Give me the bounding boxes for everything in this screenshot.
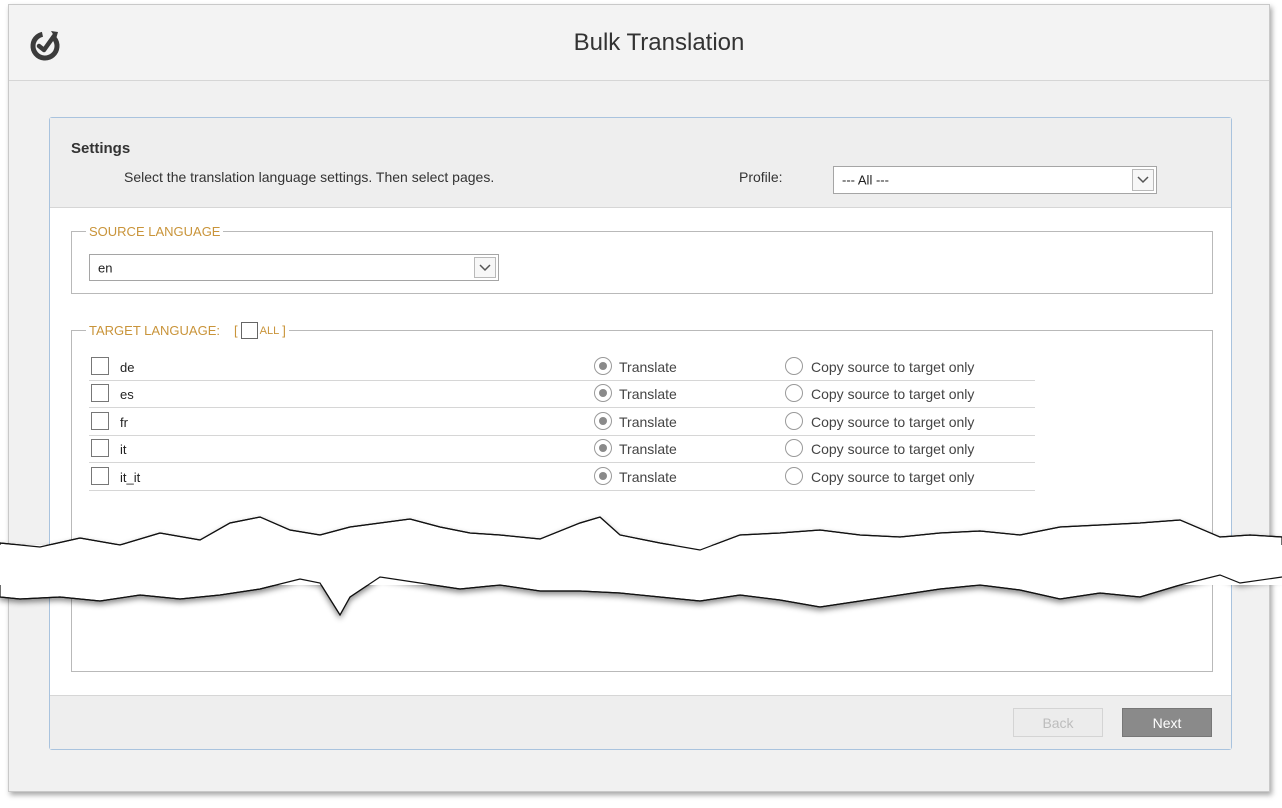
- language-checkbox[interactable]: [91, 411, 109, 430]
- language-code: it_it: [120, 469, 141, 485]
- translate-radio[interactable]: [594, 439, 612, 458]
- settings-title: Settings: [71, 140, 131, 157]
- copy-source-radio[interactable]: [785, 384, 803, 403]
- profile-label: Profile:: [739, 169, 783, 185]
- translate-radio[interactable]: [594, 466, 612, 485]
- translate-radio[interactable]: [594, 384, 612, 403]
- profile-dropdown[interactable]: --- All ---: [833, 166, 1157, 194]
- source-language-value: en: [98, 260, 113, 275]
- source-language-legend: SOURCE LANGUAGE: [86, 224, 223, 239]
- chevron-down-icon[interactable]: [1132, 169, 1154, 191]
- language-code: es: [120, 387, 134, 403]
- settings-description: Select the translation language settings…: [124, 169, 495, 185]
- copy-source-radio[interactable]: [785, 357, 803, 375]
- copy-source-label: Copy source to target only: [811, 386, 975, 403]
- copy-source-label: Copy source to target only: [811, 359, 975, 375]
- translate-label: Translate: [619, 468, 677, 485]
- language-checkbox[interactable]: [91, 439, 109, 458]
- copy-source-radio[interactable]: [785, 466, 803, 485]
- select-all-checkbox[interactable]: [240, 322, 258, 339]
- bulk-translation-dialog: Settings Select the translation language…: [49, 117, 1232, 750]
- copy-source-radio[interactable]: [785, 411, 803, 430]
- translate-label: Translate: [619, 359, 677, 375]
- language-checkbox[interactable]: [91, 357, 109, 375]
- translate-radio[interactable]: [594, 411, 612, 430]
- source-language-group: SOURCE LANGUAGE en: [71, 224, 1213, 294]
- copy-source-label: Copy source to target only: [811, 468, 975, 485]
- copy-source-label: Copy source to target only: [811, 413, 975, 430]
- chevron-down-icon[interactable]: [474, 257, 496, 278]
- profile-selected-value: --- All ---: [842, 172, 889, 188]
- source-language-dropdown[interactable]: en: [89, 254, 499, 281]
- translate-label: Translate: [619, 413, 677, 430]
- translate-label: Translate: [619, 386, 677, 403]
- target-language-legend-text: TARGET LANGUAGE:: [89, 323, 220, 338]
- target-language-row: fr Translate Copy source to target only: [89, 409, 1035, 436]
- copy-source-label: Copy source to target only: [811, 441, 975, 458]
- settings-header: Settings Select the translation language…: [50, 118, 1231, 208]
- target-language-row: it Translate Copy source to target only: [89, 436, 1035, 464]
- language-code: de: [120, 360, 135, 375]
- source-language-legend-text: SOURCE LANGUAGE: [89, 224, 221, 239]
- next-button[interactable]: Next: [1122, 708, 1212, 737]
- page-title: Bulk Translation: [573, 29, 745, 56]
- app-window: Bulk Translation Settings Select the tra…: [8, 4, 1270, 792]
- title-bar: Bulk Translation: [9, 5, 1269, 81]
- language-checkbox[interactable]: [91, 384, 109, 403]
- dialog-footer: Back Next: [50, 695, 1231, 749]
- target-language-legend: TARGET LANGUAGE: [ ALL ]: [86, 322, 289, 339]
- translate-label: Translate: [619, 441, 677, 458]
- target-language-row: it_it Translate Copy source to target only: [89, 464, 1035, 491]
- back-button[interactable]: Back: [1013, 708, 1103, 737]
- translate-radio[interactable]: [594, 357, 612, 375]
- all-bracket-open: [: [234, 323, 238, 338]
- copy-source-radio[interactable]: [785, 439, 803, 458]
- target-language-row: es Translate Copy source to target only: [89, 381, 1035, 409]
- language-code: it: [120, 442, 127, 458]
- language-code: fr: [120, 414, 128, 430]
- target-language-group: TARGET LANGUAGE: [ ALL ] de Translate Copy…: [71, 322, 1213, 672]
- language-checkbox[interactable]: [91, 466, 109, 485]
- select-all-label: ALL: [259, 324, 280, 337]
- target-language-row: de Translate Copy source to target only: [89, 354, 1035, 381]
- all-bracket-close: ]: [282, 323, 286, 338]
